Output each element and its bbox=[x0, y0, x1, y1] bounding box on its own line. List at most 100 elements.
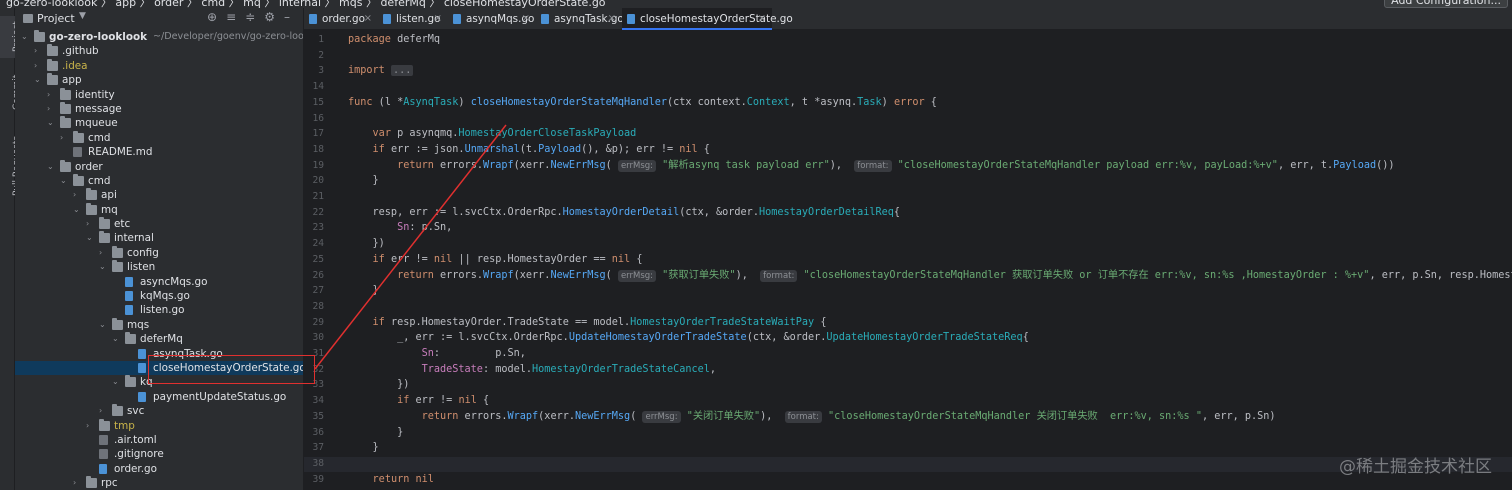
code-line[interactable]: TradeState: model.HomestayOrderTradeStat… bbox=[348, 362, 716, 377]
tree-item[interactable]: ⌄ go-zero-looklook ~/Developer/goenv/go-ze… bbox=[15, 30, 303, 44]
tree-item[interactable]: ⌄ app bbox=[15, 73, 303, 87]
code-line[interactable]: } bbox=[348, 440, 379, 455]
pull-requests-tool-tab[interactable]: Pull Requests bbox=[0, 128, 22, 200]
chevron-right-icon[interactable]: › bbox=[47, 88, 57, 102]
chevron-right-icon[interactable]: › bbox=[86, 419, 96, 433]
code-line[interactable]: Sn: p.Sn, bbox=[348, 346, 526, 361]
tree-item[interactable]: asynqTask.go bbox=[15, 347, 303, 361]
code-line[interactable]: if err != nil || resp.HomestayOrder == n… bbox=[348, 252, 643, 267]
tree-item[interactable]: order.go bbox=[15, 462, 303, 476]
close-icon[interactable]: × bbox=[522, 8, 530, 30]
code-line[interactable]: if err := json.Unmarshal(t.Payload(), &p… bbox=[348, 142, 710, 157]
chevron-right-icon[interactable]: › bbox=[99, 246, 109, 260]
code-line[interactable]: package deferMq bbox=[348, 32, 440, 47]
tree-item[interactable]: ⌄ order bbox=[15, 159, 303, 174]
chevron-down-icon[interactable]: ▼ bbox=[79, 11, 86, 21]
tree-item[interactable]: ⌄ mqueue bbox=[15, 116, 303, 130]
code-line[interactable]: return errors.Wrapf(xerr.NewErrMsg( errM… bbox=[348, 158, 1395, 173]
code-line[interactable]: }) bbox=[348, 236, 385, 251]
tree-item[interactable]: README.md bbox=[15, 145, 303, 159]
chevron-right-icon[interactable]: › bbox=[99, 404, 109, 418]
code-line[interactable]: func (l *AsynqTask) closeHomestayOrderSt… bbox=[348, 95, 937, 110]
code-line[interactable]: } bbox=[348, 283, 379, 298]
tree-item[interactable]: ⌄ kq bbox=[15, 375, 303, 389]
chevron-down-icon[interactable]: ⌄ bbox=[60, 174, 70, 188]
breadcrumb[interactable]: go-zero-looklook 〉 app 〉 order 〉 cmd 〉 m… bbox=[6, 0, 606, 8]
tree-item[interactable]: › etc bbox=[15, 217, 303, 231]
code-line[interactable]: return nil bbox=[348, 472, 434, 487]
code-line[interactable]: if err != nil { bbox=[348, 393, 489, 408]
code-line[interactable]: if resp.HomestayOrder.TradeState == mode… bbox=[348, 315, 827, 330]
chevron-right-icon[interactable]: › bbox=[86, 217, 96, 231]
close-icon[interactable]: × bbox=[434, 8, 442, 30]
chevron-down-icon[interactable]: ⌄ bbox=[47, 160, 57, 174]
tree-item[interactable]: › cmd bbox=[15, 130, 303, 145]
minimize-icon[interactable]: – bbox=[284, 10, 299, 24]
chevron-right-icon[interactable]: › bbox=[34, 59, 44, 73]
project-tool-tab[interactable]: Project bbox=[0, 16, 22, 58]
code-line[interactable]: _, err := l.svcCtx.OrderRpc.UpdateHomest… bbox=[348, 330, 1029, 345]
chevron-down-icon[interactable]: ⌄ bbox=[99, 260, 109, 274]
tree-item[interactable]: › identity bbox=[15, 87, 303, 102]
editor-tab[interactable]: closeHomestayOrderState.go × bbox=[622, 8, 793, 30]
tree-item[interactable]: paymentUpdateStatus.go bbox=[15, 390, 303, 404]
chevron-down-icon[interactable]: ⌄ bbox=[112, 375, 122, 389]
tree-item[interactable]: › rpc bbox=[15, 476, 303, 490]
tree-item[interactable]: ⌄ mqs bbox=[15, 317, 303, 332]
locate-icon[interactable]: ⊕ bbox=[207, 10, 226, 24]
tree-item[interactable]: asyncMqs.go bbox=[15, 275, 303, 289]
code-line[interactable]: import ... bbox=[348, 63, 414, 78]
chevron-down-icon[interactable]: ⌄ bbox=[73, 203, 83, 217]
commit-tool-tab[interactable]: Commit bbox=[0, 70, 22, 116]
gear-icon[interactable]: ⚙ bbox=[264, 10, 284, 24]
chevron-down-icon[interactable]: ⌄ bbox=[99, 318, 109, 332]
chevron-down-icon[interactable]: ⌄ bbox=[21, 30, 31, 44]
tree-item[interactable]: listen.go bbox=[15, 303, 303, 317]
close-icon[interactable]: × bbox=[364, 8, 372, 30]
tree-item[interactable]: › .github bbox=[15, 44, 303, 58]
tree-item[interactable]: ⌄ internal bbox=[15, 231, 303, 245]
collapse-all-icon[interactable]: ≡ bbox=[226, 10, 245, 24]
tree-item[interactable]: › svc bbox=[15, 404, 303, 418]
tree-item[interactable]: kqMqs.go bbox=[15, 289, 303, 303]
chevron-right-icon[interactable]: › bbox=[60, 131, 70, 145]
close-icon[interactable]: × bbox=[608, 8, 616, 30]
chevron-down-icon[interactable]: ⌄ bbox=[47, 116, 57, 130]
chevron-down-icon[interactable]: ⌄ bbox=[34, 73, 44, 87]
editor-tab[interactable]: asynqMqs.go × bbox=[448, 8, 536, 30]
tree-item[interactable]: ⌄ listen bbox=[15, 260, 303, 274]
code-line[interactable]: Sn: p.Sn, bbox=[348, 220, 452, 235]
code-line[interactable]: }) bbox=[348, 377, 409, 392]
tree-item[interactable]: ⌄ mq bbox=[15, 202, 303, 217]
code-line[interactable]: } bbox=[348, 425, 403, 440]
project-panel-title[interactable]: Project bbox=[37, 12, 75, 25]
chevron-down-icon[interactable]: ⌄ bbox=[86, 231, 96, 245]
tree-item[interactable]: › config bbox=[15, 245, 303, 260]
code-line[interactable]: return errors.Wrapf(xerr.NewErrMsg( errM… bbox=[348, 268, 1512, 283]
chevron-right-icon[interactable]: › bbox=[73, 188, 83, 202]
close-icon[interactable]: × bbox=[758, 8, 766, 30]
code-line[interactable]: } bbox=[348, 173, 379, 188]
chevron-right-icon[interactable]: › bbox=[47, 102, 57, 116]
tree-item[interactable]: ⌄ deferMq bbox=[15, 332, 303, 346]
tree-item[interactable]: .air.toml bbox=[15, 433, 303, 447]
code-line[interactable]: return errors.Wrapf(xerr.NewErrMsg( errM… bbox=[348, 409, 1276, 424]
tree-item[interactable]: › api bbox=[15, 188, 303, 202]
add-configuration-button[interactable]: Add Configuration... bbox=[1384, 0, 1508, 8]
tree-item[interactable]: .gitignore bbox=[15, 447, 303, 461]
editor-tab[interactable]: asynqTask.go × bbox=[536, 8, 624, 30]
tree-item[interactable]: ⌄ cmd bbox=[15, 173, 303, 188]
tree-item[interactable]: closeHomestayOrderState.go bbox=[15, 360, 303, 376]
chevron-down-icon[interactable]: ⌄ bbox=[112, 332, 122, 346]
tree-item[interactable]: › .idea bbox=[15, 58, 303, 73]
code-line[interactable]: resp, err := l.svcCtx.OrderRpc.HomestayO… bbox=[348, 205, 901, 220]
editor-tab[interactable]: listen.go × bbox=[378, 8, 448, 30]
chevron-right-icon[interactable]: › bbox=[73, 476, 83, 490]
editor-tab[interactable]: order.go × bbox=[304, 8, 378, 30]
tree-item[interactable]: › tmp bbox=[15, 418, 303, 433]
tree-item[interactable]: › message bbox=[15, 101, 303, 116]
expand-all-icon[interactable]: ≑ bbox=[245, 10, 264, 24]
chevron-right-icon[interactable]: › bbox=[34, 44, 44, 58]
code-editor[interactable]: 1 2 3 14 15 16 17 18 19 20 21 22 23 24 25 26 27 28 29 30 31 3… bbox=[304, 30, 1512, 490]
code-line[interactable]: var p asynqmq.HomestayOrderCloseTaskPayl… bbox=[348, 126, 637, 141]
